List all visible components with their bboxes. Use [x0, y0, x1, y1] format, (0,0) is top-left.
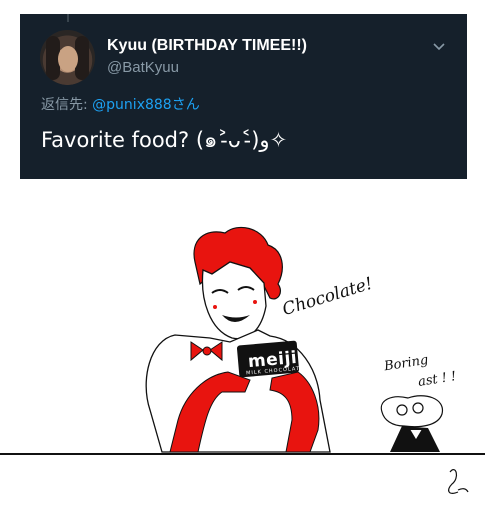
- avatar[interactable]: [40, 30, 95, 85]
- handle[interactable]: @BatKyuu: [107, 59, 179, 76]
- bow-tie-knot: [202, 346, 212, 356]
- reply-prefix: 返信先:: [41, 97, 93, 113]
- small-character-head: [380, 395, 443, 428]
- fanart-illustration: [145, 226, 469, 494]
- ground-line: [0, 453, 485, 455]
- display-name[interactable]: Kyuu (BIRTHDAY TIMEE!!): [107, 37, 307, 55]
- tweet-card: Kyuu (BIRTHDAY TIMEE!!) @BatKyuu 返信先: @p…: [20, 14, 467, 179]
- thread-line: [67, 14, 69, 22]
- blush-dot: [213, 305, 217, 309]
- reply-to-line: 返信先: @punix888さん: [41, 94, 200, 114]
- artist-signature: [448, 469, 469, 494]
- blush-dot: [253, 300, 257, 304]
- reply-suffix: さん: [171, 97, 200, 113]
- avatar-face: [58, 46, 78, 72]
- tweet-text: Favorite food? (๑˃̵ᴗ˂̵)و✧: [41, 128, 288, 152]
- chevron-down-icon[interactable]: [433, 40, 445, 52]
- reply-mention-link[interactable]: @punix888: [92, 97, 172, 113]
